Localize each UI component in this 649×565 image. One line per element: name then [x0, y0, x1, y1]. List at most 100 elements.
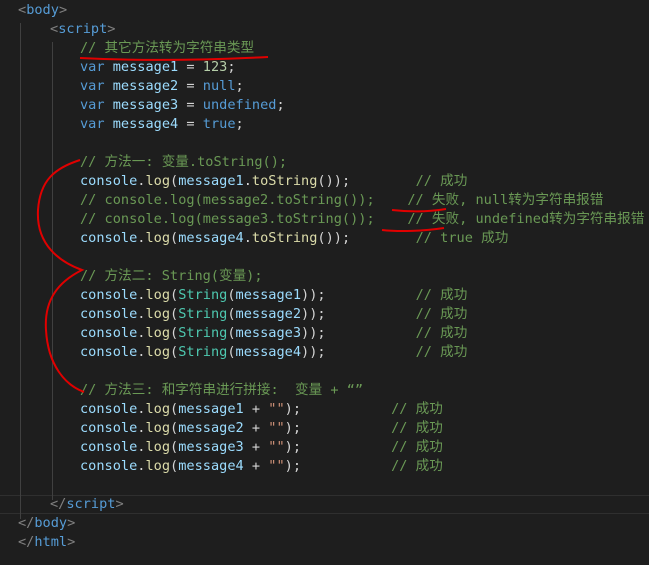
code-token: ( [170, 230, 179, 246]
code-token: ( [170, 401, 179, 417]
code-token: "" [268, 458, 285, 474]
code-token: console [80, 439, 138, 455]
code-line[interactable]: var message2 = null; [80, 77, 244, 96]
code-token: > [58, 2, 68, 18]
code-line[interactable]: var message4 = true; [80, 115, 244, 134]
code-token: String [178, 325, 228, 341]
code-token: toString [251, 230, 318, 246]
code-line[interactable]: </body> [18, 514, 75, 533]
code-token: ()); [317, 230, 351, 246]
code-token: log [145, 344, 171, 360]
code-line[interactable]: <body> [18, 1, 67, 20]
code-line[interactable]: console.log(message3 + ""); // 成功 [80, 438, 443, 457]
code-line[interactable]: console.log(String(message3)); // 成功 [80, 324, 467, 343]
code-line[interactable]: console.log(message4 + ""); // 成功 [80, 457, 443, 476]
code-token: ( [227, 344, 236, 360]
code-token: console [80, 306, 138, 322]
code-token: script [66, 496, 116, 512]
code-token: > [67, 534, 76, 550]
code-token: ; [235, 78, 244, 94]
code-token: </ [18, 534, 35, 550]
code-token: message1 [112, 59, 179, 75]
code-token: ; [235, 116, 244, 132]
code-token: </ [50, 496, 67, 512]
code-token: html [34, 534, 68, 550]
code-token: = [178, 116, 203, 132]
indent-guide-inner [52, 42, 53, 500]
code-token: ( [170, 287, 179, 303]
code-token: ()); [317, 173, 351, 189]
code-token: var [80, 97, 105, 113]
code-line[interactable]: console.log(message1.toString()); // 成功 [80, 172, 467, 191]
code-token: ( [170, 306, 179, 322]
code-line[interactable]: // 方法三: 和字符串进行拼接: 变量 + “” [80, 381, 363, 400]
code-token: + [243, 458, 269, 474]
code-token: )); [301, 325, 326, 341]
code-token: // 成功 [391, 458, 443, 474]
code-token: message4 [235, 344, 302, 360]
code-line[interactable]: </html> [18, 533, 75, 552]
code-line[interactable]: </script> [50, 495, 124, 514]
code-token: // 成功 [391, 439, 443, 455]
code-line[interactable]: // 方法一: 变量.toString(); [80, 153, 287, 172]
code-token: . [243, 230, 252, 246]
code-token: message2 [178, 420, 244, 436]
code-token: message2 [235, 306, 302, 322]
code-token: String [178, 306, 228, 322]
code-token: )); [301, 287, 326, 303]
code-line[interactable]: // console.log(message3.toString()); // … [80, 210, 644, 229]
code-token: log [145, 287, 171, 303]
code-token: ); [284, 439, 302, 455]
code-token: "" [268, 439, 285, 455]
indent-guide-outer [20, 23, 21, 519]
code-token: body [26, 2, 59, 18]
code-token: = [178, 59, 203, 75]
code-token: ; [227, 59, 236, 75]
code-token: ( [170, 325, 179, 341]
code-line[interactable]: console.log(message1 + ""); // 成功 [80, 400, 443, 419]
code-token: = [178, 78, 203, 94]
code-token: message1 [178, 173, 244, 189]
code-line[interactable]: console.log(String(message2)); // 成功 [80, 305, 467, 324]
code-token: log [145, 173, 171, 189]
code-line[interactable]: var message1 = 123; [80, 58, 236, 77]
code-token: ( [227, 287, 236, 303]
code-token: undefined [202, 97, 277, 113]
code-token: > [107, 21, 116, 37]
code-token: < [50, 21, 59, 37]
code-token: > [67, 515, 76, 531]
code-token: message1 [235, 287, 302, 303]
code-token: + [243, 420, 269, 436]
code-editor[interactable]: <body> <script>// 其它方法转为字符串类型 var message1… [0, 0, 649, 565]
code-token: log [145, 439, 171, 455]
code-line[interactable]: console.log(message2 + ""); // 成功 [80, 419, 443, 438]
code-line[interactable]: console.log(String(message1)); // 成功 [80, 286, 467, 305]
code-token: console [80, 344, 138, 360]
code-line[interactable]: // console.log(message2.toString()); // … [80, 191, 603, 210]
code-line[interactable]: // 方法二: String(变量); [80, 267, 263, 286]
code-token: // 成功 [415, 325, 468, 341]
code-token: // true 成功 [415, 230, 509, 246]
code-line[interactable]: // 其它方法转为字符串类型 [80, 39, 254, 58]
code-token: + [243, 439, 269, 455]
code-token: </ [18, 515, 35, 531]
code-line[interactable]: console.log(message4.toString()); // tru… [80, 229, 508, 248]
code-token: // 成功 [415, 287, 468, 303]
code-token: // 成功 [415, 306, 468, 322]
code-line[interactable]: var message3 = undefined; [80, 96, 285, 115]
code-line[interactable]: <script> [50, 20, 115, 39]
code-token: = [178, 97, 203, 113]
code-token: ( [227, 306, 236, 322]
code-line[interactable]: console.log(String(message4)); // 成功 [80, 343, 467, 362]
code-token: ( [170, 344, 179, 360]
code-token: log [145, 401, 171, 417]
code-token: String [178, 287, 228, 303]
code-token: // console.log(message2.toString()); // … [80, 192, 604, 208]
code-token: message3 [235, 325, 302, 341]
code-token: message3 [112, 97, 179, 113]
